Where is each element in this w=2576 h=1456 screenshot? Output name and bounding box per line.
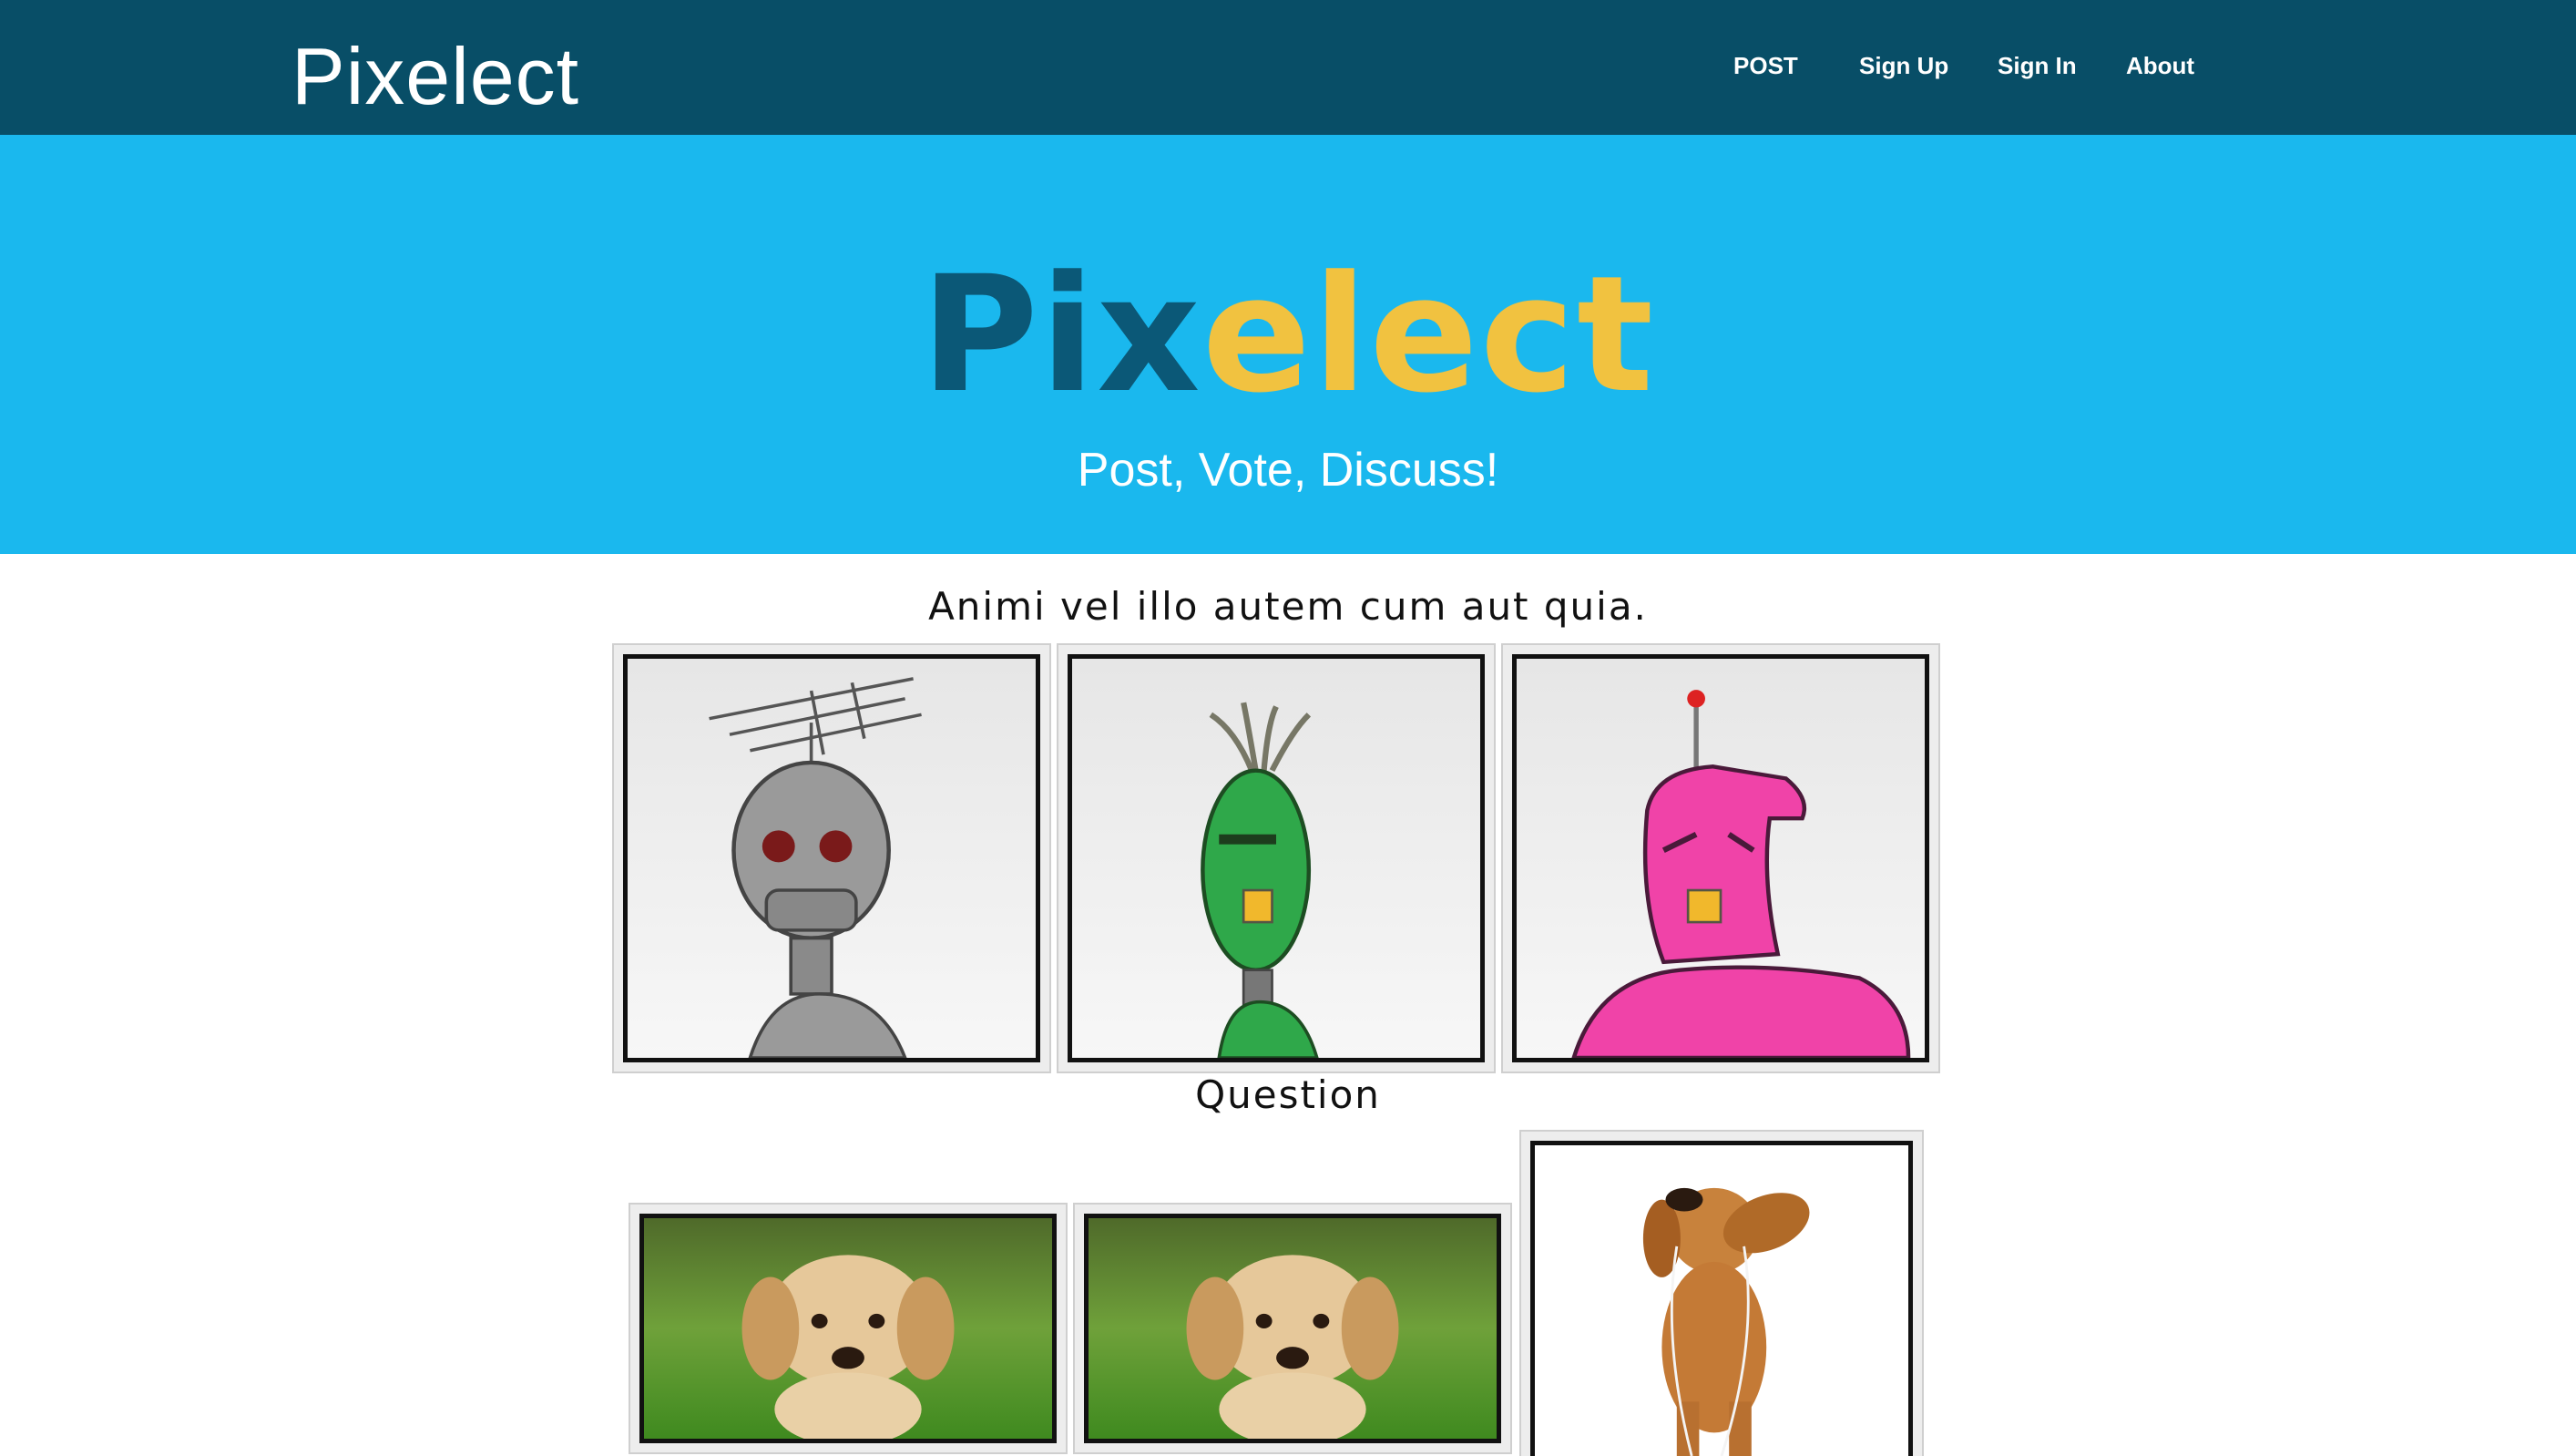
hero-subtitle: Post, Vote, Discuss! [1077,444,1499,497]
image-option-card[interactable] [612,643,1051,1073]
navbar: Pixelect POST Sign Up Sign In About [0,0,2576,135]
image-option-card[interactable] [1073,1203,1512,1454]
hero-title-elect: elect [1201,241,1656,428]
hero-title: Pixelect [0,244,2576,426]
pink-robot-image [1512,654,1929,1062]
gray-robot-image [623,654,1040,1062]
puppy-on-grass-image [1084,1214,1501,1443]
green-robot-image [1068,654,1485,1062]
image-option-card[interactable] [1519,1130,1924,1456]
question-title: Question [1195,1072,1381,1117]
image-option-card[interactable] [1057,643,1496,1073]
nav-about-link[interactable]: About [2126,49,2194,82]
image-option-card[interactable] [629,1203,1068,1454]
question-title: Animi vel illo autem cum aut quia. [928,584,1648,629]
nav-signup-link[interactable]: Sign Up [1859,49,1948,82]
brand-link[interactable]: Pixelect [291,31,579,122]
image-option-card[interactable] [1501,643,1940,1073]
puppy-with-headphones-image [1530,1141,1913,1456]
nav-post-link[interactable]: POST [1733,49,1798,82]
hero-title-pix: Pix [920,241,1202,428]
nav-signin-link[interactable]: Sign In [1998,49,2077,82]
puppy-on-grass-image [639,1214,1057,1443]
hero-banner: Pixelect Post, Vote, Discuss! [0,135,2576,554]
